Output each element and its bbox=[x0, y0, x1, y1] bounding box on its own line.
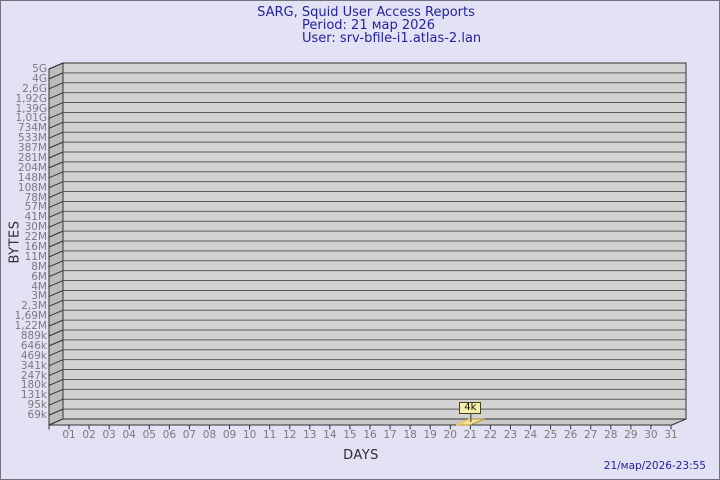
x-tick-label: 19 bbox=[423, 429, 437, 441]
x-tick-label: 25 bbox=[543, 429, 558, 441]
sarg-report-image: SARG, Squid User Access Reports Period: … bbox=[0, 0, 720, 480]
x-tick-label: 18 bbox=[403, 429, 417, 441]
x-tick-label: 09 bbox=[222, 429, 237, 441]
x-tick-label: 26 bbox=[563, 429, 578, 441]
x-tick-label: 20 bbox=[443, 429, 457, 441]
x-tick-label: 06 bbox=[162, 429, 177, 441]
x-tick-label: 31 bbox=[664, 429, 678, 441]
x-tick-label: 07 bbox=[182, 429, 197, 441]
x-tick-label: 13 bbox=[303, 429, 317, 441]
x-tick-label: 27 bbox=[584, 429, 598, 441]
y-tick-label: 69k bbox=[27, 409, 47, 422]
x-tick-label: 02 bbox=[82, 429, 96, 441]
chart-floor bbox=[48, 418, 687, 426]
x-tick-label: 30 bbox=[644, 429, 658, 441]
x-tick-label: 28 bbox=[604, 429, 618, 441]
x-tick-label: 17 bbox=[383, 429, 397, 441]
x-tick-label: 12 bbox=[283, 429, 297, 441]
chart-plot-area bbox=[48, 62, 687, 430]
x-axis-title: DAYS bbox=[343, 448, 379, 463]
x-tick-label: 22 bbox=[483, 429, 498, 441]
data-point-value-flag: 4k bbox=[459, 402, 482, 414]
x-tick-label: 04 bbox=[122, 429, 136, 441]
x-tick-label: 21 bbox=[463, 429, 478, 441]
x-tick-label: 11 bbox=[262, 429, 277, 441]
x-tick-label: 08 bbox=[202, 429, 217, 441]
x-tick-label: 03 bbox=[102, 429, 116, 441]
y-axis-title: BYTES bbox=[7, 220, 23, 264]
report-timestamp: 21/мар/2026-23:55 bbox=[603, 460, 706, 472]
x-tick-label: 23 bbox=[503, 429, 518, 441]
x-tick-label: 10 bbox=[242, 429, 257, 441]
x-tick-label: 14 bbox=[323, 429, 337, 441]
x-tick-label: 24 bbox=[523, 429, 538, 441]
x-tick-label: 29 bbox=[624, 429, 638, 441]
x-tick-label: 16 bbox=[363, 429, 377, 441]
x-tick-label: 05 bbox=[142, 429, 156, 441]
x-tick-label: 01 bbox=[62, 429, 76, 441]
x-tick-label: 15 bbox=[343, 429, 357, 441]
